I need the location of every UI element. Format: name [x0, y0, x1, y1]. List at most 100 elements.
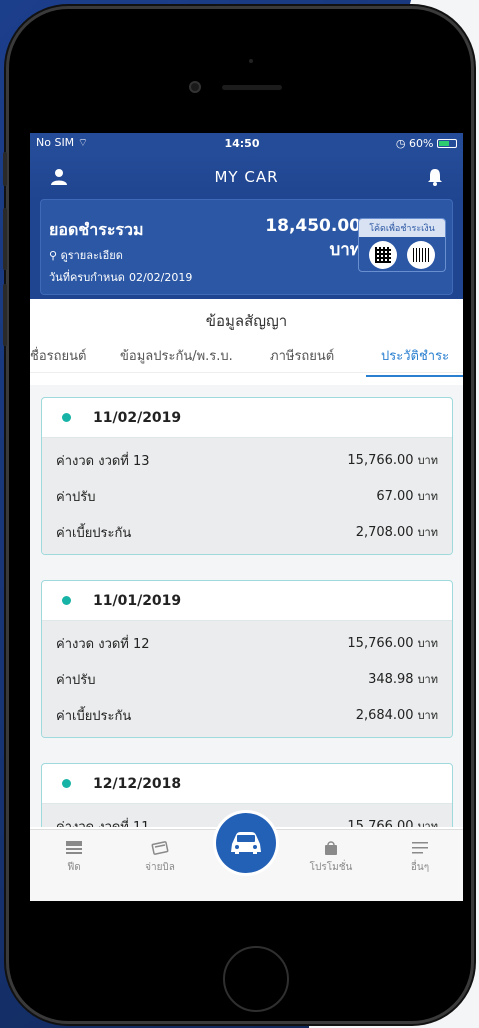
row-amount-group: 2,684.00 บาท [356, 706, 438, 724]
row-unit: บาท [417, 490, 438, 503]
status-bar: No SIM ⌔ 14:50 ◷ 60% [30, 133, 463, 153]
history-row: ค่าเบี้ยประกัน 2,708.00 บาท [42, 514, 452, 550]
row-label: ค่าปรับ [56, 672, 96, 688]
row-amount: 2,708.00 [355, 525, 414, 540]
status-dot [62, 596, 71, 605]
row-label: ค่างวด งวดที่ 11 [56, 819, 150, 828]
payment-date: 12/12/2018 [93, 775, 182, 792]
row-label: ค่างวด งวดที่ 12 [56, 636, 150, 652]
tabbar-promotion[interactable]: โปรโมชั่น [301, 840, 361, 875]
row-amount: 2,684.00 [355, 708, 414, 723]
due-date-row: วันที่ครบกำหนด 02/02/2019 [49, 268, 192, 286]
status-dot [62, 413, 71, 422]
battery-percent: 60% [409, 136, 434, 150]
page-title: MY CAR [214, 168, 279, 186]
bill-icon [151, 841, 169, 855]
pay-code-label: โค้ดเพื่อชำระเงิน [359, 219, 445, 237]
row-unit: บาท [417, 709, 438, 722]
row-unit: บาท [417, 820, 438, 827]
clock: 14:50 [224, 136, 260, 150]
row-amount-group: 348.98 บาท [368, 670, 438, 688]
carrier-group: No SIM ⌔ [36, 136, 88, 150]
history-row: ค่าปรับ 67.00 บาท [42, 478, 452, 514]
row-amount: 15,766.00 [347, 453, 414, 468]
tabbar-more-label: อื่นๆ [410, 862, 430, 873]
camera [189, 81, 201, 93]
tab-car-name[interactable]: ชื่อรถยนต์ [30, 345, 86, 366]
shopping-bag-icon [325, 841, 337, 855]
row-unit: บาท [417, 454, 438, 467]
battery-icon [436, 139, 457, 148]
row-label: ค่าเบี้ยประกัน [56, 708, 132, 724]
sensor-dot [249, 59, 253, 63]
row-amount-group: 15,766.00 บาท [347, 451, 438, 469]
due-date: 02/02/2019 [128, 271, 193, 284]
battery-group: ◷ 60% [396, 137, 457, 150]
row-unit: บาท [417, 526, 438, 539]
home-button[interactable] [223, 946, 289, 1012]
bell-icon[interactable] [427, 168, 443, 186]
row-amount: 348.98 [368, 672, 414, 687]
feed-icon [66, 841, 82, 854]
history-card-body: ค่างวด งวดที่ 12 15,766.00 บาท ค่าปรับ 348.… [42, 621, 452, 737]
bottom-tab-bar: ฟีด จ่ายบิล โปรโมชั่น อื่นๆ [30, 810, 463, 901]
tabbar-pay-bill[interactable]: จ่ายบิล [130, 840, 190, 875]
row-unit: บาท [417, 673, 438, 686]
qr-code-icon[interactable] [369, 241, 397, 269]
history-card-header: 12/12/2018 [42, 764, 452, 804]
barcode-icon[interactable] [407, 241, 435, 269]
app-screen: No SIM ⌔ 14:50 ◷ 60% MY CAR ยอดชำระรวม 1… [30, 133, 463, 901]
mute-switch[interactable] [3, 152, 7, 186]
view-detail-link[interactable]: ⚲ ดูรายละเอียด [49, 246, 123, 264]
payment-summary-card: ยอดชำระรวม 18,450.00 บาท ⚲ ดูรายละเอียด … [40, 199, 453, 295]
tab-insurance[interactable]: ข้อมูลประกัน/พ.ร.บ. [120, 345, 233, 366]
tabbar-more[interactable]: อื่นๆ [390, 840, 450, 875]
row-amount: 15,766.00 [347, 819, 414, 827]
history-row: ค่างวด งวดที่ 13 15,766.00 บาท [42, 442, 452, 478]
history-row: ค่างวด งวดที่ 12 15,766.00 บาท [42, 625, 452, 661]
my-car-tab-button[interactable] [213, 810, 279, 876]
row-amount: 67.00 [376, 489, 414, 504]
payment-history-list: 11/02/2019 ค่างวด งวดที่ 13 15,766.00 บาท … [30, 385, 463, 827]
history-card-header: 11/01/2019 [42, 581, 452, 621]
row-label: ค่างวด งวดที่ 13 [56, 453, 150, 469]
due-label: วันที่ครบกำหนด [49, 271, 125, 284]
row-label: ค่าเบี้ยประกัน [56, 525, 132, 541]
row-amount-group: 2,708.00 บาท [356, 523, 438, 541]
car-icon [231, 832, 261, 854]
status-dot [62, 779, 71, 788]
history-row: ค่าเบี้ยประกัน 2,684.00 บาท [42, 697, 452, 733]
carrier: No SIM [36, 136, 75, 149]
history-card-header: 11/02/2019 [42, 398, 452, 438]
volume-down-button[interactable] [3, 284, 7, 346]
row-amount: 15,766.00 [347, 636, 414, 651]
section-title: ข้อมูลสัญญา [205, 312, 288, 330]
nav-bar: MY CAR [30, 153, 463, 201]
tabbar-feed[interactable]: ฟีด [44, 840, 104, 875]
row-amount-group: 67.00 บาท [376, 487, 438, 505]
payment-date: 11/02/2019 [93, 409, 182, 426]
total-label: ยอดชำระรวม [49, 220, 144, 239]
history-card[interactable]: 11/02/2019 ค่างวด งวดที่ 13 15,766.00 บาท … [41, 397, 453, 555]
volume-up-button[interactable] [3, 208, 7, 270]
row-unit: บาท [417, 637, 438, 650]
history-row: ค่าปรับ 348.98 บาท [42, 661, 452, 697]
history-card-body: ค่างวด งวดที่ 13 15,766.00 บาท ค่าปรับ 67.0… [42, 438, 452, 554]
car-button-inner [216, 813, 276, 873]
history-card[interactable]: 11/01/2019 ค่างวด งวดที่ 12 15,766.00 บาท … [41, 580, 453, 738]
menu-icon [412, 842, 428, 854]
tabbar-promotion-label: โปรโมชั่น [309, 862, 353, 873]
row-amount-group: 15,766.00 บาท [347, 817, 438, 827]
contract-tabs: ชื่อรถยนต์ ข้อมูลประกัน/พ.ร.บ. ภาษีรถยนต… [30, 335, 463, 377]
tab-payment-history[interactable]: ประวัติชำระ [366, 345, 463, 377]
wifi-icon: ⌔ [77, 136, 89, 149]
tabbar-pay-bill-label: จ่ายบิล [145, 862, 175, 873]
tabbar-feed-label: ฟีด [67, 862, 81, 873]
payment-date: 11/01/2019 [93, 592, 182, 609]
detail-label: ดูรายละเอียด [60, 249, 123, 262]
summary-header: ยอดชำระรวม 18,450.00 บาท ⚲ ดูรายละเอียด … [30, 199, 463, 299]
tab-car-tax[interactable]: ภาษีรถยนต์ [270, 345, 334, 366]
pay-code-button[interactable]: โค้ดเพื่อชำระเงิน [358, 218, 446, 272]
user-icon[interactable] [50, 168, 68, 186]
total-amount: 18,450.00 บาท [265, 216, 361, 260]
